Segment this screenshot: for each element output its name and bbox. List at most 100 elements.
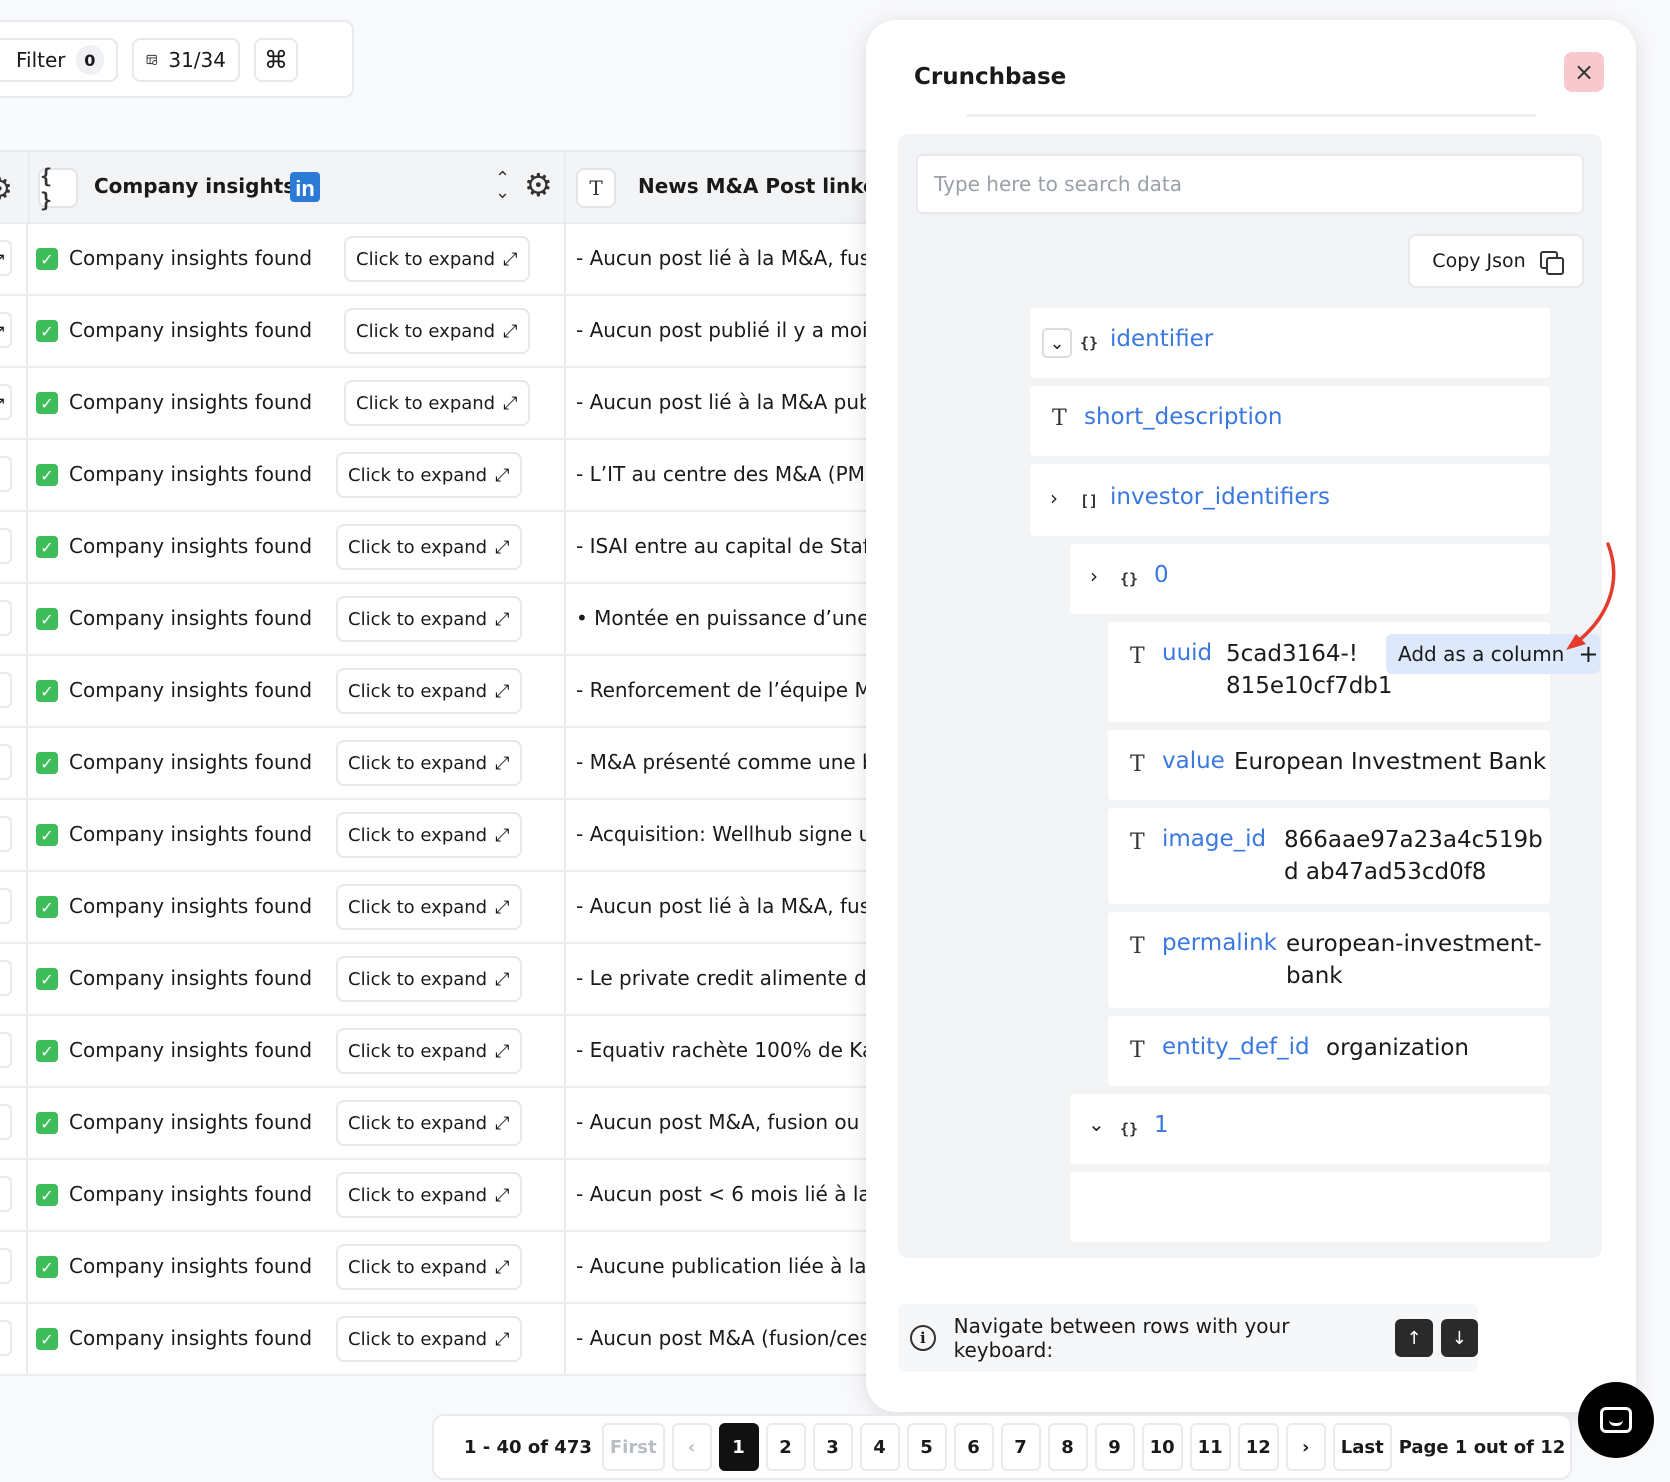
news-cell[interactable]: - Equativ rachète 100% de Kan xyxy=(576,1038,876,1062)
table-row[interactable]: ✓ Company insights found Click to expand ⤢ -… xyxy=(0,944,880,1016)
chevron-right-icon[interactable]: › xyxy=(1090,564,1098,588)
page-button[interactable]: 10 xyxy=(1141,1423,1183,1471)
tree-node-item-1[interactable]: ⌄ {} 1 xyxy=(1070,1094,1550,1164)
news-cell[interactable]: - Aucun post lié à la M&A, fusion xyxy=(576,894,876,918)
close-button[interactable]: × xyxy=(1564,52,1604,92)
page-button[interactable]: 11 xyxy=(1189,1423,1231,1471)
click-to-expand-button[interactable]: Click to expand ⤢ xyxy=(336,812,522,858)
news-cell[interactable]: - Aucune publication liée à la xyxy=(576,1254,876,1278)
table-row[interactable]: ✓ Company insights found Click to expand ⤢ •… xyxy=(0,584,880,656)
tree-node-entity-def-id[interactable]: T entity_def_id organization xyxy=(1108,1016,1550,1086)
click-to-expand-button[interactable]: Click to expand ⤢ xyxy=(336,956,522,1002)
table-row[interactable]: ✓ Company insights found Click to expand ⤢ -… xyxy=(0,440,880,512)
table-row[interactable]: ✓ Company insights found Click to expand ⤢ -… xyxy=(0,800,880,872)
page-button[interactable]: 4 xyxy=(859,1423,900,1471)
arrow-up-key-icon[interactable]: ↑ xyxy=(1395,1319,1433,1357)
page-button[interactable]: 2 xyxy=(765,1423,806,1471)
expand-icon[interactable]: ↗ xyxy=(0,312,12,348)
news-cell[interactable]: - Aucun post M&A, fusion ou a xyxy=(576,1110,876,1134)
tree-node-investor-identifiers[interactable]: › [] investor_identifiers xyxy=(1030,464,1550,536)
first-page-button[interactable]: First xyxy=(601,1423,665,1471)
company-insights-cell[interactable]: ✓ Company insights found Click to expand ⤢ xyxy=(28,728,566,798)
company-insights-cell[interactable]: ✓ Company insights found Click to expand ⤢ xyxy=(28,440,566,510)
expand-icon[interactable]: ↗ xyxy=(0,384,12,420)
click-to-expand-button[interactable]: Click to expand ⤢ xyxy=(336,452,522,498)
page-button[interactable]: 6 xyxy=(953,1423,994,1471)
company-insights-cell[interactable]: ✓ Company insights found Click to expand ⤢ xyxy=(28,872,566,942)
page-button[interactable]: 8 xyxy=(1047,1423,1088,1471)
click-to-expand-button[interactable]: Click to expand ⤢ xyxy=(344,308,530,354)
tree-node-item-0[interactable]: › {} 0 xyxy=(1070,544,1550,614)
chevron-down-icon[interactable]: ⌄ xyxy=(1042,328,1072,358)
node-key[interactable]: identifier xyxy=(1110,326,1213,352)
expand-icon[interactable] xyxy=(0,744,12,780)
expand-icon[interactable] xyxy=(0,1320,12,1356)
column-header-news[interactable]: T News M&A Post linkedin xyxy=(566,152,880,224)
click-to-expand-button[interactable]: Click to expand ⤢ xyxy=(336,596,522,642)
node-key[interactable]: value xyxy=(1162,748,1225,774)
click-to-expand-button[interactable]: Click to expand ⤢ xyxy=(344,380,530,426)
expand-icon[interactable] xyxy=(0,888,12,924)
table-row[interactable]: ✓ Company insights found Click to expand ⤢ -… xyxy=(0,728,880,800)
node-key[interactable]: image_id xyxy=(1162,826,1266,852)
news-cell[interactable]: - L’IT au centre des M&A (PMI, xyxy=(576,462,876,486)
news-cell[interactable]: • Montée en puissance d’une « xyxy=(576,606,876,630)
table-row[interactable]: ↗ ✓ Company insights found Click to expand ⤢… xyxy=(0,296,880,368)
click-to-expand-button[interactable]: Click to expand ⤢ xyxy=(336,1316,522,1362)
click-to-expand-button[interactable]: Click to expand ⤢ xyxy=(336,1028,522,1074)
company-insights-cell[interactable]: ✓ Company insights found Click to expand ⤢ xyxy=(28,512,566,582)
prev-page-button[interactable]: ‹ xyxy=(671,1423,712,1471)
search-input[interactable] xyxy=(916,154,1584,214)
table-row[interactable]: ✓ Company insights found Click to expand ⤢ -… xyxy=(0,1160,880,1232)
expand-icon[interactable] xyxy=(0,672,12,708)
click-to-expand-button[interactable]: Click to expand ⤢ xyxy=(336,740,522,786)
last-page-button[interactable]: Last xyxy=(1332,1423,1392,1471)
tree-node-value[interactable]: T value European Investment Bank xyxy=(1108,730,1550,800)
table-row[interactable]: ✓ Company insights found Click to expand ⤢ -… xyxy=(0,1304,880,1376)
page-button[interactable]: 7 xyxy=(1000,1423,1041,1471)
company-insights-cell[interactable]: ✓ Company insights found Click to expand ⤢ xyxy=(28,1304,566,1374)
filter-button[interactable]: Filter 0 xyxy=(0,38,118,82)
company-insights-cell[interactable]: ✓ Company insights found Click to expand ⤢ xyxy=(28,656,566,726)
expand-icon[interactable] xyxy=(0,1032,12,1068)
column-header-company-insights[interactable]: { } Company insights in ⌃ ⌄ ⚙ xyxy=(28,152,566,224)
news-cell[interactable]: - Aucun post lié à la M&A pub xyxy=(576,390,876,414)
copy-json-button[interactable]: Copy Json xyxy=(1408,234,1584,288)
sort-icon[interactable]: ⌃ ⌄ xyxy=(495,170,510,202)
company-insights-cell[interactable]: ✓ Company insights found Click to expand ⤢ xyxy=(28,1016,566,1086)
node-key[interactable]: short_description xyxy=(1084,404,1283,430)
company-insights-cell[interactable]: ✓ Company insights found Click to expand ⤢ xyxy=(28,944,566,1014)
page-button[interactable]: 5 xyxy=(906,1423,947,1471)
expand-icon[interactable] xyxy=(0,1104,12,1140)
node-key[interactable]: entity_def_id xyxy=(1162,1034,1310,1060)
news-cell[interactable]: - Aucun post < 6 mois lié à la M xyxy=(576,1182,876,1206)
table-row[interactable]: ✓ Company insights found Click to expand ⤢ -… xyxy=(0,1232,880,1304)
company-insights-cell[interactable]: ✓ Company insights found Click to expand ⤢ xyxy=(28,1160,566,1230)
expand-icon[interactable] xyxy=(0,960,12,996)
click-to-expand-button[interactable]: Click to expand ⤢ xyxy=(336,1244,522,1290)
table-row[interactable]: ↗ ✓ Company insights found Click to expand ⤢… xyxy=(0,368,880,440)
column-settings-icon[interactable]: ⚙ xyxy=(0,172,13,207)
node-key[interactable]: investor_identifiers xyxy=(1110,484,1330,510)
company-insights-cell[interactable]: ✓ Company insights found Click to expand ⤢ xyxy=(28,368,566,438)
expand-icon[interactable] xyxy=(0,456,12,492)
click-to-expand-button[interactable]: Click to expand ⤢ xyxy=(344,236,530,282)
tree-node-uuid[interactable]: T uuid 5cad3164-! 815e10cf7db1 Add as a … xyxy=(1108,622,1600,722)
column-settings-icon[interactable]: ⚙ xyxy=(524,166,553,204)
page-button[interactable]: 3 xyxy=(812,1423,853,1471)
chevron-right-icon[interactable]: › xyxy=(1050,486,1058,510)
news-cell[interactable]: - ISAI entre au capital de Staff xyxy=(576,534,876,558)
company-insights-cell[interactable]: ✓ Company insights found Click to expand ⤢ xyxy=(28,584,566,654)
tree-node-next[interactable] xyxy=(1070,1172,1550,1242)
news-cell[interactable]: - M&A présenté comme une b xyxy=(576,750,876,774)
table-row[interactable]: ✓ Company insights found Click to expand ⤢ -… xyxy=(0,872,880,944)
click-to-expand-button[interactable]: Click to expand ⤢ xyxy=(336,1172,522,1218)
company-insights-cell[interactable]: ✓ Company insights found Click to expand ⤢ xyxy=(28,296,566,366)
expand-icon[interactable] xyxy=(0,600,12,636)
news-cell[interactable]: - Aucun post publié il y a moins xyxy=(576,318,876,342)
page-button[interactable]: 9 xyxy=(1094,1423,1135,1471)
page-button[interactable]: 12 xyxy=(1237,1423,1279,1471)
expand-icon[interactable] xyxy=(0,1248,12,1284)
chat-button[interactable] xyxy=(1578,1382,1654,1458)
news-cell[interactable]: - Aucun post M&A (fusion/ces xyxy=(576,1326,876,1350)
